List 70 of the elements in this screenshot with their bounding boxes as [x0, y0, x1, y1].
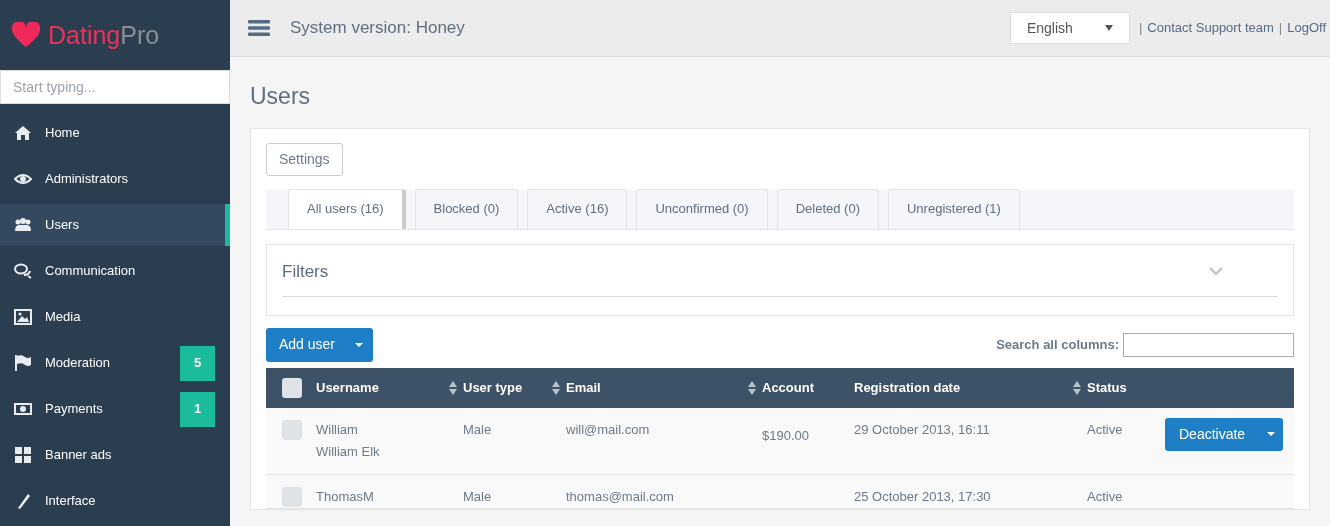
table-cell: 25 October 2013, 17:30 [854, 474, 1087, 509]
top-link[interactable]: LogOff [1287, 18, 1326, 38]
table-cell: $190.00 [762, 407, 854, 474]
tab[interactable]: Deleted (0) [776, 188, 879, 229]
logo-text: DatingPro [48, 22, 160, 48]
menu-icon[interactable] [248, 19, 270, 37]
column-header[interactable]: Status [1087, 377, 1155, 398]
grid-icon [14, 446, 32, 464]
search-field[interactable]: Start typing... [0, 70, 230, 104]
sidebar-item[interactable]: Administrators [0, 158, 230, 200]
separator: | [1138, 19, 1143, 38]
row-checkbox[interactable] [282, 486, 302, 507]
sidebar-item[interactable]: Home [0, 112, 230, 154]
sidebar-item[interactable]: Media [0, 296, 230, 338]
column-header[interactable]: Account [762, 377, 848, 398]
count-badge: 1 [180, 391, 215, 427]
search-columns-field[interactable] [1123, 332, 1294, 357]
separator: | [1278, 19, 1283, 38]
deactivate-button[interactable]: Deactivate [1165, 417, 1283, 451]
image-icon [14, 308, 32, 326]
sidebar-item[interactable]: Payments 1 [0, 388, 230, 430]
tab[interactable]: Active (16) [527, 188, 628, 229]
system-version: System version: Honey [290, 17, 465, 40]
username: William [316, 420, 359, 439]
users-icon [14, 216, 32, 234]
sidebar-item[interactable]: Interface [0, 480, 230, 522]
row-checkbox[interactable] [282, 419, 302, 440]
caret-icon [1267, 432, 1275, 436]
sort-icon[interactable] [1073, 380, 1081, 395]
table-cell: Active [1087, 407, 1161, 474]
column-header[interactable]: Registration date [854, 377, 1073, 398]
table-cell: thomas@mail.com [566, 474, 762, 509]
add-user-button[interactable]: Add user [266, 327, 374, 362]
column-header[interactable]: User type [463, 377, 552, 398]
table-cell: 29 October 2013, 16:11 [854, 407, 1087, 474]
active-indicator [225, 204, 230, 246]
dropdown-caret-icon [1104, 25, 1113, 31]
home-icon [14, 124, 32, 142]
top-link[interactable]: Contact Support team [1147, 18, 1274, 38]
flag-icon [14, 354, 32, 372]
sidebar-item[interactable]: Users [0, 204, 230, 246]
column-header[interactable]: Username [316, 377, 449, 398]
sidebar-item[interactable]: Moderation 5 [0, 342, 230, 384]
page-title: Users [250, 82, 312, 111]
settings-button[interactable]: Settings [266, 142, 343, 176]
banknote-icon [14, 400, 32, 418]
table-cell: Male [463, 407, 566, 474]
tab[interactable]: Blocked (0) [414, 188, 519, 229]
heart-logo-icon [12, 22, 40, 48]
sort-icon[interactable] [552, 380, 560, 395]
table-cell: Active [1087, 474, 1161, 509]
column-header[interactable]: Email [566, 377, 748, 398]
sort-icon[interactable] [449, 380, 457, 395]
caret-icon [355, 342, 364, 347]
sort-icon[interactable] [748, 380, 756, 395]
table-cell: Male [463, 474, 566, 509]
tab[interactable]: Unregistered (1) [888, 188, 1020, 229]
sidebar-item[interactable]: Banner ads [0, 434, 230, 476]
select-all-checkbox[interactable] [282, 377, 302, 398]
filters-title: Filters [282, 260, 330, 283]
table-cell: will@mail.com [566, 407, 762, 474]
username: ThomasM [316, 487, 375, 506]
count-badge: 5 [180, 345, 215, 381]
language-select[interactable]: English [1009, 12, 1130, 44]
tab[interactable]: All users (16) [288, 188, 406, 229]
full-name: William Elk [316, 443, 381, 461]
tab[interactable]: Unconfirmed (0) [636, 188, 768, 229]
sidebar-item[interactable]: Communication [0, 250, 230, 292]
chat-icon [14, 262, 32, 280]
search-label: Search all columns: [996, 335, 1119, 354]
